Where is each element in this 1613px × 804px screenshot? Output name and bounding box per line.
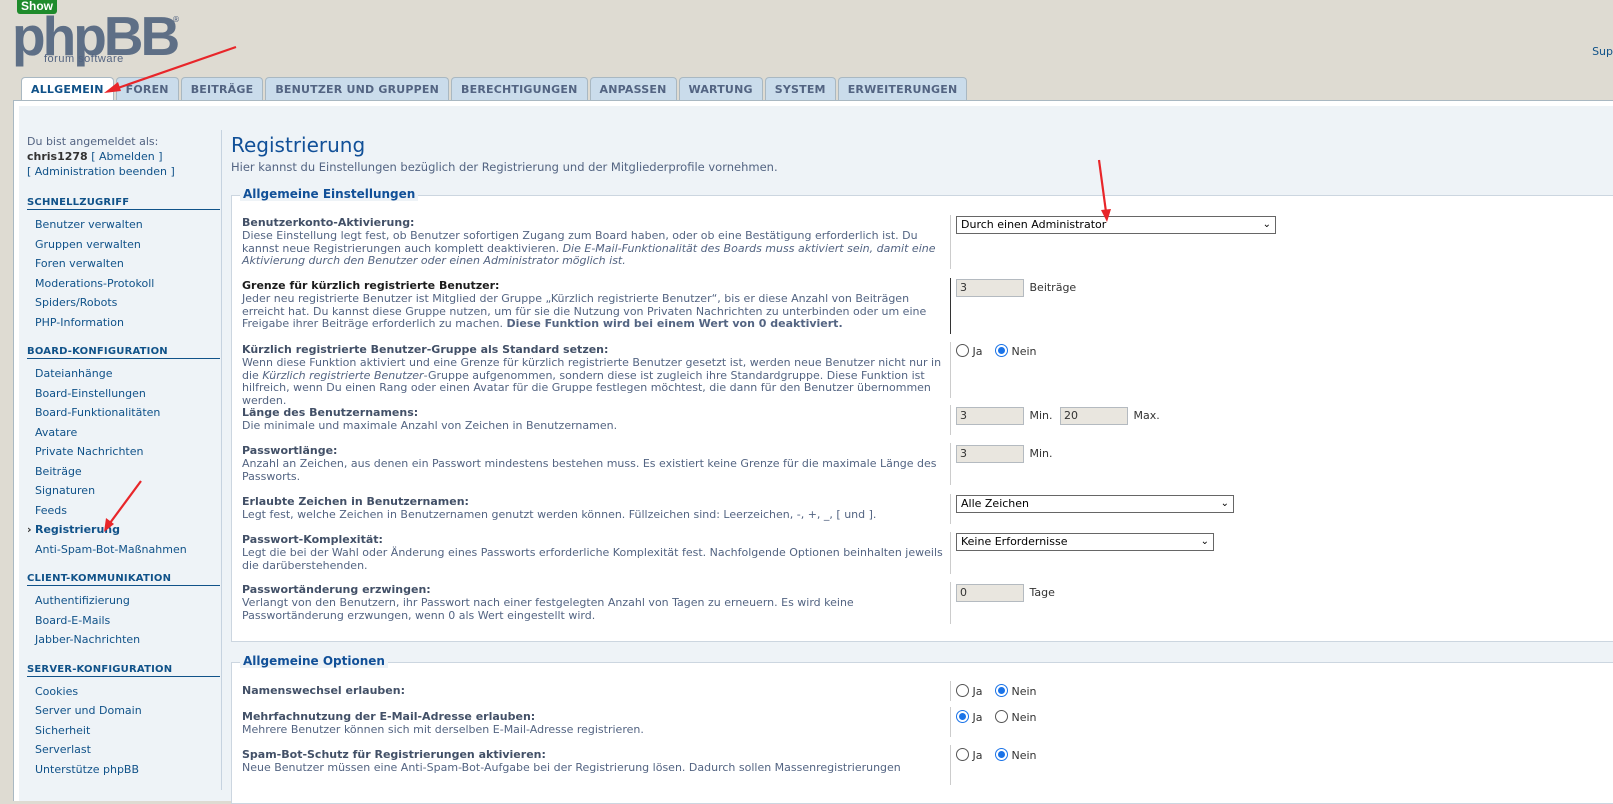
arrow-to-activation-select	[1097, 159, 1111, 222]
annotation-arrows	[104, 45, 1111, 532]
arrow-to-registrierung	[104, 480, 142, 532]
arrow-to-allgemein-tab	[104, 45, 237, 93]
